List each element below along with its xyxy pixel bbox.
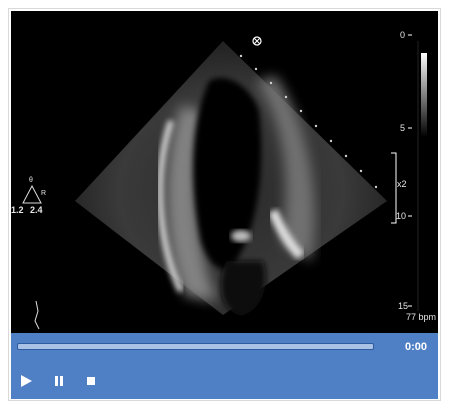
seek-bar[interactable]	[17, 343, 374, 350]
probe-r-label: R	[41, 190, 47, 197]
depth-label-10: 10	[396, 211, 407, 221]
play-icon	[21, 375, 32, 387]
echo-image	[22, 34, 427, 330]
probe-angle-icon	[22, 184, 42, 204]
probe-left-value: 1.2	[11, 205, 24, 215]
current-time: 0:00	[404, 341, 427, 353]
depth-label-15: 15	[398, 301, 409, 311]
probe-right-value: 2.4	[30, 205, 43, 215]
ultrasound-video-viewport[interactable]: 0 5 10 15 77 bpm x2 θ R 1.2 2.4	[11, 11, 438, 333]
focus-zone-marker: x2	[397, 179, 407, 189]
play-button[interactable]	[18, 373, 34, 389]
stop-icon	[87, 377, 95, 385]
heart-rate: 77 bpm	[406, 312, 437, 322]
depth-label-0: 0	[400, 30, 406, 40]
pause-button[interactable]	[51, 373, 67, 389]
video-controls-bar: 0:00	[11, 333, 438, 399]
stop-button[interactable]	[83, 373, 99, 389]
probe-theta-label: θ	[29, 177, 33, 184]
depth-label-5: 5	[400, 123, 406, 133]
ecg-lead-icon	[34, 300, 40, 330]
grayscale-bar	[421, 53, 427, 137]
pause-icon	[55, 376, 63, 386]
depth-ruler	[408, 34, 412, 307]
